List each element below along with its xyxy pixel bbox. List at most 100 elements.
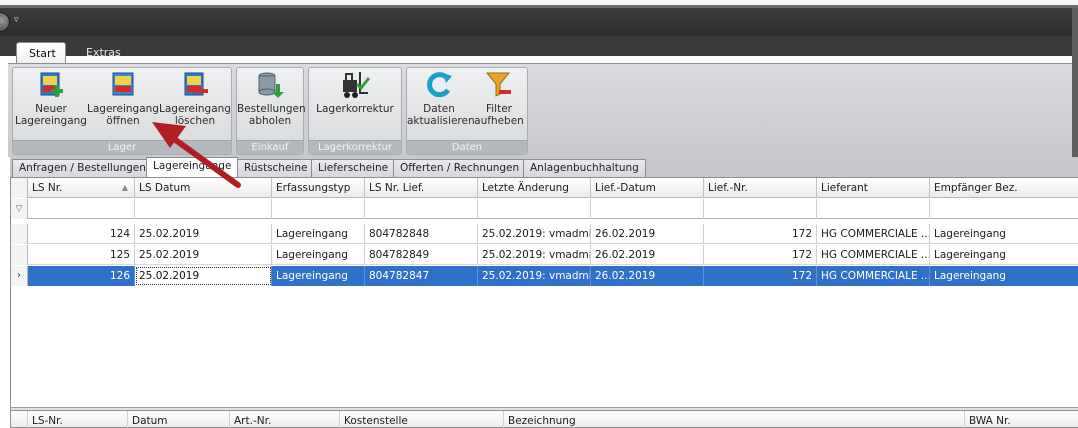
filter-cell[interactable] (478, 199, 591, 219)
group-label: Daten (407, 140, 527, 154)
cell-ls-datum-focused[interactable]: 25.02.2019 (135, 266, 272, 286)
button-label-line2: aktualisieren (407, 115, 475, 127)
current-row-indicator-icon[interactable]: › (11, 266, 28, 286)
cell-lief-datum[interactable]: 26.02.2019 (591, 266, 704, 286)
tab-ruestscheine[interactable]: Rüstscheine (237, 159, 315, 178)
column-header-erfassungstyp[interactable]: Erfassungstyp (272, 178, 365, 198)
column-header-letzte-aenderung[interactable]: Letzte Änderung (478, 178, 591, 198)
cell-lief-nr[interactable]: 172 (704, 266, 817, 286)
column-header-lieferant[interactable]: Lieferant (817, 178, 930, 198)
column-header-art-nr[interactable]: Art.-Nr. (230, 411, 340, 428)
tab-anfragen-bestellungen[interactable]: Anfragen / Bestellungen (12, 159, 153, 178)
cell-lief-datum[interactable]: 26.02.2019 (591, 224, 704, 244)
group-daten: Daten aktualisieren Filter aufheben Date… (406, 67, 528, 155)
cell-ls-nr-lief[interactable]: 804782849 (365, 245, 478, 265)
table-row[interactable]: 124 25.02.2019 Lagereingang 804782848 25… (11, 224, 1078, 244)
column-header-lief-datum[interactable]: Lief.-Datum (591, 178, 704, 198)
button-label-line1: Filter (485, 103, 512, 115)
column-header-ls-nr[interactable]: LS Nr. ▲ (28, 178, 135, 198)
column-header-datum[interactable]: Datum (128, 411, 230, 428)
cell-letzte-aenderung[interactable]: 25.02.2019: vmadmin (478, 266, 591, 286)
cell-empfaenger-bez[interactable]: Lagereingang (930, 266, 1078, 286)
button-label-line2: löschen (174, 115, 216, 127)
goods-receipt-grid: LS Nr. ▲ LS Datum Erfassungstyp LS Nr. Li… (10, 177, 1078, 411)
fetch-orders-button[interactable]: Bestellungen abholen (237, 70, 306, 127)
cell-ls-datum[interactable]: 25.02.2019 (135, 224, 272, 244)
cell-empfaenger-bez[interactable]: Lagereingang (930, 224, 1078, 244)
new-goods-receipt-icon (40, 72, 63, 97)
tab-offerten-rechnungen[interactable]: Offerten / Rechnungen (393, 159, 527, 178)
filter-cell[interactable] (591, 199, 704, 219)
cell-ls-nr[interactable]: 125 (28, 245, 135, 265)
database-download-icon (258, 72, 284, 98)
cell-letzte-aenderung[interactable]: 25.02.2019: vmadmin (478, 224, 591, 244)
cell-erfassungstyp[interactable]: Lagereingang (272, 266, 365, 286)
forklift-icon (343, 72, 371, 98)
cell-ls-datum[interactable]: 25.02.2019 (135, 245, 272, 265)
tab-anlagenbuchhaltung[interactable]: Anlagenbuchhaltung (523, 159, 646, 178)
column-header-ls-datum[interactable]: LS Datum (135, 178, 272, 198)
window-top-border (0, 0, 1078, 8)
filter-cell[interactable] (930, 199, 1078, 219)
tab-start[interactable]: Start (16, 42, 66, 64)
quick-access-dropdown-icon[interactable]: ▿ (14, 15, 19, 25)
clear-filter-button[interactable]: Filter aufheben (471, 70, 527, 127)
refresh-data-button[interactable]: Daten aktualisieren (407, 70, 475, 127)
cell-lief-nr[interactable]: 172 (704, 245, 817, 265)
cell-ls-nr[interactable]: 124 (28, 224, 135, 244)
grid-header-row: LS Nr. ▲ LS Datum Erfassungstyp LS Nr. Li… (11, 178, 1078, 198)
title-bar: ▿ (0, 8, 1078, 36)
column-header-bezeichnung[interactable]: Bezeichnung (504, 411, 965, 428)
filter-cell[interactable] (272, 199, 365, 219)
cell-lief-nr[interactable]: 172 (704, 224, 817, 244)
stock-correction-button[interactable]: Lagerkorrektur (309, 70, 401, 115)
column-header-ls-nr[interactable]: LS-Nr. (28, 411, 128, 428)
column-header-kostenstelle[interactable]: Kostenstelle (340, 411, 504, 428)
column-header-empfaenger-bez[interactable]: Empfänger Bez. (930, 178, 1078, 198)
cell-letzte-aenderung[interactable]: 25.02.2019: vmadmin (478, 245, 591, 265)
filter-icon[interactable]: ▽ (11, 199, 28, 219)
cell-lieferant[interactable]: HG COMMERCIALE ... (817, 224, 930, 244)
application-menu-orb[interactable] (0, 12, 10, 32)
filter-cell[interactable] (135, 199, 272, 219)
filter-cell[interactable] (704, 199, 817, 219)
filter-remove-icon (485, 72, 511, 97)
new-goods-receipt-button[interactable]: Neuer Lagereingang (15, 70, 87, 127)
column-header-lief-nr[interactable]: Lief.-Nr. (704, 178, 817, 198)
filter-cell[interactable] (817, 199, 930, 219)
tab-lagereingaenge[interactable]: Lagereingänge (146, 157, 239, 178)
cell-empfaenger-bez[interactable]: Lagereingang (930, 245, 1078, 265)
cell-ls-nr-lief[interactable]: 804782847 (365, 266, 478, 286)
table-row-selected[interactable]: › 126 25.02.2019 Lagereingang 804782847 … (11, 266, 1078, 286)
button-label-line2: öffnen (106, 115, 140, 127)
open-goods-receipt-icon (112, 72, 134, 96)
button-label-line1: Lagereingang (87, 103, 159, 115)
row-indicator[interactable] (11, 245, 28, 265)
cell-lieferant[interactable]: HG COMMERCIALE ... (817, 245, 930, 265)
column-header-bwa-nr[interactable]: BWA Nr. (965, 411, 1078, 428)
ribbon-panel: Neuer Lagereingang Lagereingang öffnen L… (8, 63, 1072, 157)
cell-ls-nr[interactable]: 126 (28, 266, 135, 286)
filter-row[interactable]: ▽ (11, 199, 1078, 219)
delete-goods-receipt-icon (184, 72, 208, 96)
table-row[interactable]: 125 25.02.2019 Lagereingang 804782849 25… (11, 245, 1078, 265)
tab-extras[interactable]: Extras (74, 42, 133, 64)
button-label-line2: Lagereingang (15, 115, 87, 127)
cell-lief-datum[interactable]: 26.02.2019 (591, 245, 704, 265)
open-goods-receipt-button[interactable]: Lagereingang öffnen (87, 70, 159, 127)
row-indicator[interactable] (11, 224, 28, 244)
delete-goods-receipt-button[interactable]: Lagereingang löschen (159, 70, 231, 127)
tab-lieferscheine[interactable]: Lieferscheine (311, 159, 396, 178)
cell-erfassungstyp[interactable]: Lagereingang (272, 224, 365, 244)
cell-erfassungstyp[interactable]: Lagereingang (272, 245, 365, 265)
column-header-ls-nr-lief[interactable]: LS Nr. Lief. (365, 178, 478, 198)
group-label: Lagerkorrektur (309, 140, 401, 154)
cell-lieferant[interactable]: HG COMMERCIALE ... (817, 266, 930, 286)
button-label-line1: Daten (423, 103, 455, 115)
row-indicator-header (11, 178, 28, 198)
cell-ls-nr-lief[interactable]: 804782848 (365, 224, 478, 244)
row-indicator-header (11, 411, 28, 428)
filter-cell[interactable] (365, 199, 478, 219)
refresh-icon (427, 72, 452, 98)
filter-cell[interactable] (28, 199, 135, 219)
